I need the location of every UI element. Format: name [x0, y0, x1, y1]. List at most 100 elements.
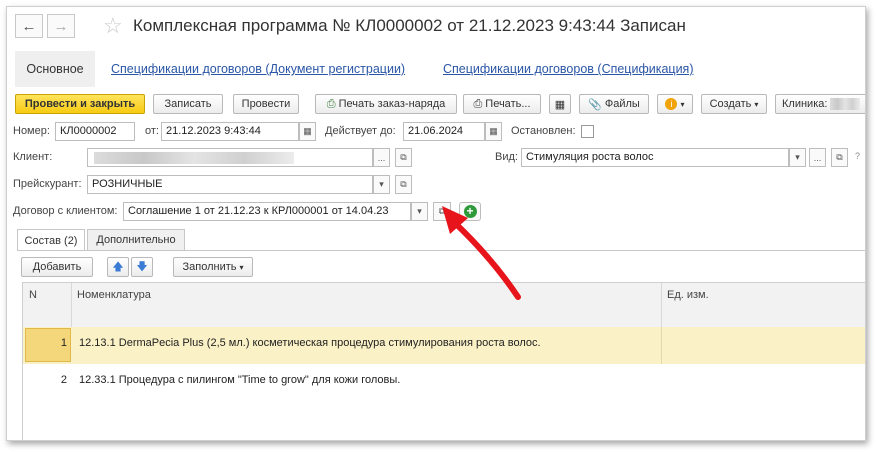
save-button[interactable]: Записать: [153, 94, 223, 114]
table-header: N Номенклатура Ед. изм.: [23, 283, 865, 328]
client-label: Клиент:: [13, 151, 53, 163]
move-up-button[interactable]: 🡅: [107, 257, 129, 277]
kind-open-button[interactable]: ⧉: [831, 148, 848, 167]
price-list-row: Прейскурант: РОЗНИЧНЫЕ ▾ ⧉: [7, 175, 865, 195]
print-button[interactable]: ⎙ Печать...: [463, 94, 541, 114]
kind-dropdown-button[interactable]: ▾: [789, 148, 806, 167]
create-label: Создать: [709, 98, 752, 110]
nav-tab-main[interactable]: Основное: [15, 51, 95, 87]
row-number: 2: [60, 374, 67, 386]
info-button[interactable]: i ▾: [657, 94, 693, 114]
print-label: Печать...: [485, 98, 531, 110]
printer-icon: ⎙: [473, 97, 483, 110]
contract-row: Договор с клиентом: Соглашение 1 от 21.1…: [7, 202, 865, 222]
chevron-down-icon: ▾: [754, 99, 759, 109]
title-bar: ← → ☆ Комплексная программа № КЛ0000002 …: [7, 7, 865, 45]
forward-button[interactable]: →: [47, 14, 75, 38]
info-icon: i: [665, 98, 678, 110]
arrow-down-icon: 🡇: [136, 260, 148, 273]
valid-until-calendar-button[interactable]: ▦: [485, 122, 502, 141]
open-window-icon: ⧉: [400, 179, 407, 189]
row-nomenclature: 12.33.1 Процедура с пилингом "Time to gr…: [79, 374, 401, 386]
kind-select-button[interactable]: ...: [809, 148, 826, 167]
open-window-icon: ⧉: [400, 152, 407, 162]
create-button[interactable]: Создать ▾: [701, 94, 767, 114]
nav-link-spec-registration[interactable]: Спецификации договоров (Документ регистр…: [111, 62, 405, 76]
contract-dropdown-button[interactable]: ▾: [411, 202, 428, 221]
kind-label: Вид:: [495, 151, 518, 163]
row-nomenclature: 12.13.1 DermaPecia Plus (2,5 мл.) космет…: [79, 337, 541, 349]
move-down-button[interactable]: 🡇: [131, 257, 153, 277]
column-header-unit[interactable]: Ед. изм.: [667, 289, 709, 301]
column-divider: [71, 283, 72, 327]
price-list-label: Прейскурант:: [13, 178, 82, 190]
add-row-button[interactable]: Добавить: [21, 257, 93, 277]
date-calendar-button[interactable]: ▦: [299, 122, 316, 141]
column-divider: [661, 283, 662, 327]
number-label: Номер:: [13, 125, 50, 137]
column-header-nomenclature[interactable]: Номенклатура: [77, 289, 151, 301]
valid-until-label: Действует до:: [325, 125, 396, 137]
valid-until-field[interactable]: 21.06.2024: [403, 122, 485, 141]
print-order-label: Печать заказ-наряда: [338, 98, 446, 110]
files-button[interactable]: 📎 Файлы: [579, 94, 649, 114]
form-navigation: Основное Спецификации договоров (Докумен…: [7, 51, 865, 87]
stopped-checkbox[interactable]: [581, 125, 594, 138]
print-order-button[interactable]: ⎙ Печать заказ-наряда: [315, 94, 457, 114]
favorite-star-icon[interactable]: ☆: [103, 13, 123, 39]
stopped-label: Остановлен:: [511, 125, 576, 137]
price-list-open-button[interactable]: ⧉: [395, 175, 412, 194]
kind-field[interactable]: Стимуляция роста волос: [521, 148, 789, 167]
number-row: Номер: КЛ0000002 от: 21.12.2023 9:43:44 …: [7, 122, 865, 142]
row-number: 1: [60, 337, 67, 349]
post-button[interactable]: Провести: [233, 94, 299, 114]
arrow-up-icon: 🡅: [112, 260, 124, 273]
tab-additional[interactable]: Дополнительно: [87, 229, 185, 250]
table-toolbar: Добавить 🡅 🡇 Заполнить ▾: [7, 257, 865, 279]
chevron-down-icon: ▾: [379, 179, 384, 189]
report-button[interactable]: ▦: [549, 94, 571, 114]
clinic-selector[interactable]: Клиника:: [775, 94, 865, 114]
number-field[interactable]: КЛ0000002: [55, 122, 135, 141]
help-icon[interactable]: ?: [855, 151, 860, 161]
table-row[interactable]: 1 12.13.1 DermaPecia Plus (2,5 мл.) косм…: [23, 327, 865, 364]
clinic-label: Клиника:: [782, 98, 828, 110]
chevron-down-icon: ▾: [417, 206, 422, 216]
printer-color-icon: ⎙: [326, 97, 336, 110]
open-window-icon: ⧉: [438, 206, 446, 216]
client-value-redacted: [94, 152, 294, 164]
post-and-close-button[interactable]: Провести и закрыть: [15, 94, 145, 114]
calendar-icon: ▦: [303, 126, 312, 136]
chevron-down-icon: ▾: [239, 262, 244, 272]
items-table: N Номенклатура Ед. изм. 1 12.13.1 DermaP…: [22, 282, 865, 440]
price-list-field[interactable]: РОЗНИЧНЫЕ: [87, 175, 373, 194]
window-title: Комплексная программа № КЛ0000002 от 21.…: [133, 16, 686, 35]
paperclip-icon: 📎: [588, 98, 602, 111]
chevron-down-icon: ▾: [680, 99, 685, 109]
arrow-left-icon: ←: [21, 17, 37, 35]
calendar-icon: ▦: [489, 126, 498, 136]
price-list-dropdown-button[interactable]: ▾: [373, 175, 390, 194]
document-window: ← → ☆ Комплексная программа № КЛ0000002 …: [6, 6, 866, 441]
column-divider: [661, 327, 662, 364]
nav-link-spec-specification[interactable]: Спецификации договоров (Спецификация): [443, 62, 694, 76]
contract-open-button[interactable]: ⧉: [433, 202, 451, 221]
contract-field[interactable]: Соглашение 1 от 21.12.23 к КРЛ000001 от …: [123, 202, 411, 221]
clinic-value-redacted: [830, 98, 861, 110]
back-button[interactable]: ←: [15, 14, 43, 38]
plus-circle-icon: +: [463, 205, 477, 218]
column-header-n[interactable]: N: [29, 289, 37, 301]
tab-composition[interactable]: Состав (2): [17, 229, 85, 251]
tab-divider: [17, 250, 865, 251]
table-row[interactable]: 2 12.33.1 Процедура с пилингом "Time to …: [23, 364, 865, 401]
client-open-button[interactable]: ⧉: [395, 148, 412, 167]
open-window-icon: ⧉: [836, 152, 843, 162]
date-field[interactable]: 21.12.2023 9:43:44: [161, 122, 299, 141]
files-label: Файлы: [604, 98, 640, 110]
date-label: от:: [145, 125, 159, 137]
contract-add-button[interactable]: +: [459, 202, 481, 221]
client-select-button[interactable]: ...: [373, 148, 390, 167]
fill-button[interactable]: Заполнить ▾: [173, 257, 253, 277]
report-icon: ▦: [554, 98, 566, 111]
client-field[interactable]: [87, 148, 373, 167]
